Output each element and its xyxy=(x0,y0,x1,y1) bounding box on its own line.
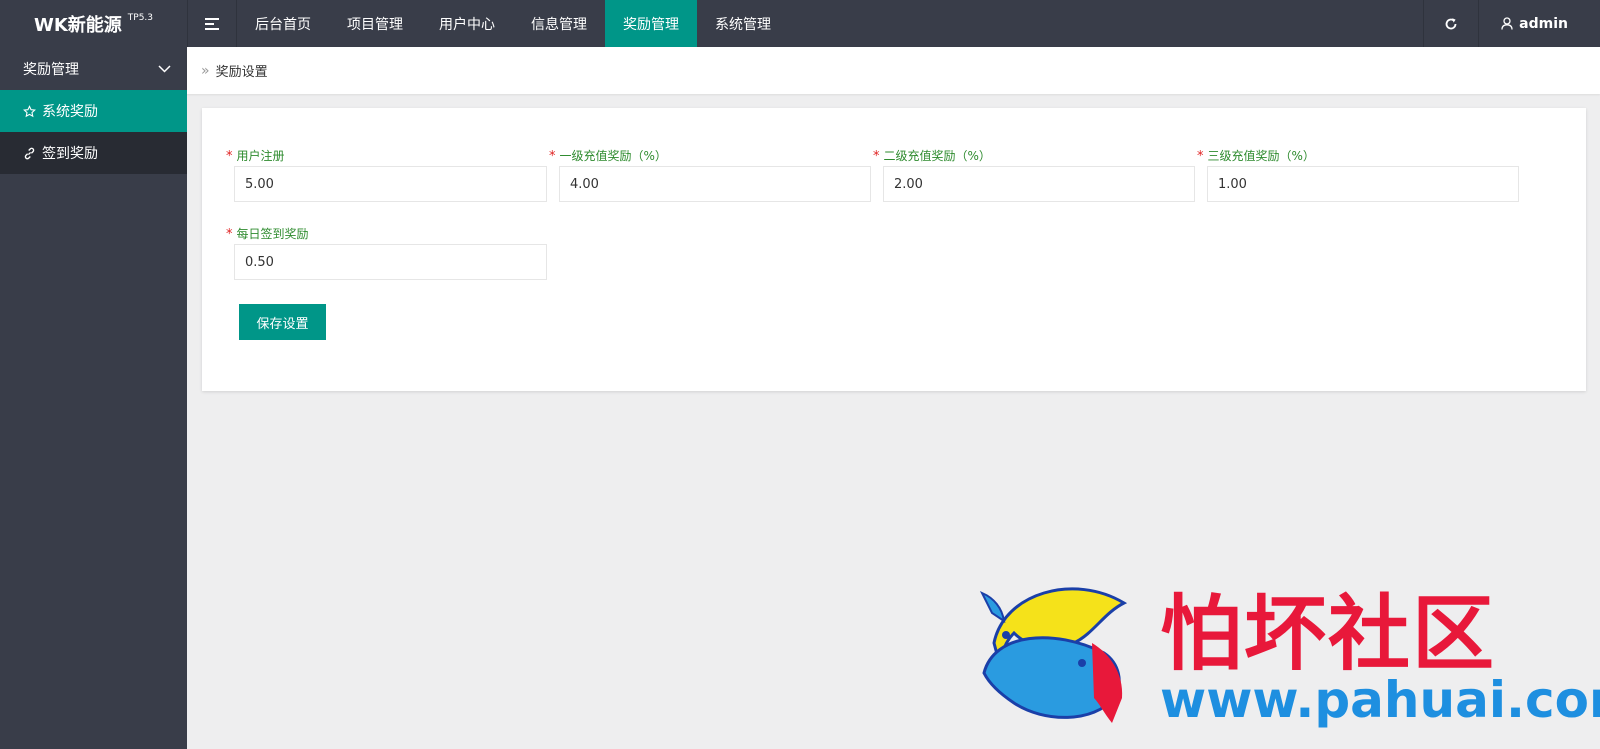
watermark-url: www.pahuai.com xyxy=(1160,671,1600,729)
required-mark: * xyxy=(873,149,880,164)
field-user-register: * 用户注册 xyxy=(226,146,547,202)
star-icon xyxy=(23,104,36,117)
refresh-icon xyxy=(1445,17,1457,29)
nav-item-projects[interactable]: 项目管理 xyxy=(329,0,421,47)
watermark: 怕坏社区 www.pahuai.com xyxy=(974,573,1600,733)
user-icon xyxy=(1501,17,1513,30)
level2-reward-input[interactable] xyxy=(883,166,1195,202)
daily-signin-input[interactable] xyxy=(234,244,547,280)
fish-logo-icon xyxy=(979,587,1128,723)
user-name: admin xyxy=(1519,15,1568,32)
field-label: * 用户注册 xyxy=(226,149,285,164)
level1-reward-input[interactable] xyxy=(559,166,871,202)
link-icon xyxy=(24,147,35,159)
save-settings-button[interactable]: 保存设置 xyxy=(239,304,326,340)
nav-item-info[interactable]: 信息管理 xyxy=(513,0,605,47)
top-nav: 后台首页 项目管理 用户中心 信息管理 奖励管理 系统管理 xyxy=(237,0,789,47)
sidebar-item-label: 签到奖励 xyxy=(42,146,98,162)
field-level1-reward: * 一级充值奖励（%） xyxy=(549,146,871,202)
required-mark: * xyxy=(549,149,556,164)
level3-reward-input[interactable] xyxy=(1207,166,1519,202)
field-label: * 二级充值奖励（%） xyxy=(873,149,991,164)
nav-item-rewards[interactable]: 奖励管理 xyxy=(605,0,697,47)
breadcrumb-current: 奖励设置 xyxy=(215,65,268,80)
double-chevron-icon: » xyxy=(201,62,210,79)
app-version: TP5.3 xyxy=(127,12,154,23)
field-level2-reward: * 二级充值奖励（%） xyxy=(873,146,1195,202)
breadcrumb: » 奖励设置 xyxy=(187,47,1600,94)
app-logo[interactable]: WK新能源 TP5.3 xyxy=(0,0,187,47)
required-mark: * xyxy=(1197,149,1204,164)
user-menu[interactable]: admin xyxy=(1479,0,1600,47)
settings-card: *用户注册 *一级充值奖励（%） *二级充值奖励（%） *三级充值奖励（%） *… xyxy=(202,108,1586,391)
field-daily-signin: * 每日签到奖励 xyxy=(226,224,547,280)
field-level3-reward: * 三级充值奖励（%） xyxy=(1197,146,1519,202)
app-name: WK新能源 xyxy=(33,14,122,36)
menu-toggle-button[interactable] xyxy=(187,0,237,47)
sidebar: 奖励管理 系统奖励 签到奖励 xyxy=(0,47,187,749)
sidebar-item-system-rewards[interactable]: 系统奖励 xyxy=(0,90,187,132)
nav-item-system[interactable]: 系统管理 xyxy=(697,0,789,47)
refresh-button[interactable] xyxy=(1423,0,1480,47)
sidebar-group-label: 奖励管理 xyxy=(23,61,79,78)
sidebar-group-rewards[interactable]: 奖励管理 xyxy=(0,47,187,90)
nav-item-home[interactable]: 后台首页 xyxy=(237,0,329,47)
sidebar-item-label: 系统奖励 xyxy=(42,104,98,120)
required-mark: * xyxy=(226,149,233,164)
field-label: * 三级充值奖励（%） xyxy=(1197,149,1315,164)
chevron-down-icon xyxy=(158,64,171,73)
nav-item-users[interactable]: 用户中心 xyxy=(421,0,513,47)
top-bar: WK新能源 TP5.3 后台首页 项目管理 用户中心 信息管理 奖励管理 系统管理… xyxy=(0,0,1600,47)
field-label: * 一级充值奖励（%） xyxy=(549,149,667,164)
required-mark: * xyxy=(226,227,233,242)
menu-icon xyxy=(205,17,219,30)
sidebar-item-signin-rewards[interactable]: 签到奖励 xyxy=(0,132,187,174)
user-register-input[interactable] xyxy=(234,166,547,202)
field-label: * 每日签到奖励 xyxy=(226,227,309,242)
watermark-title: 怕坏社区 xyxy=(1160,586,1497,682)
topbar-right: admin xyxy=(1423,0,1600,47)
